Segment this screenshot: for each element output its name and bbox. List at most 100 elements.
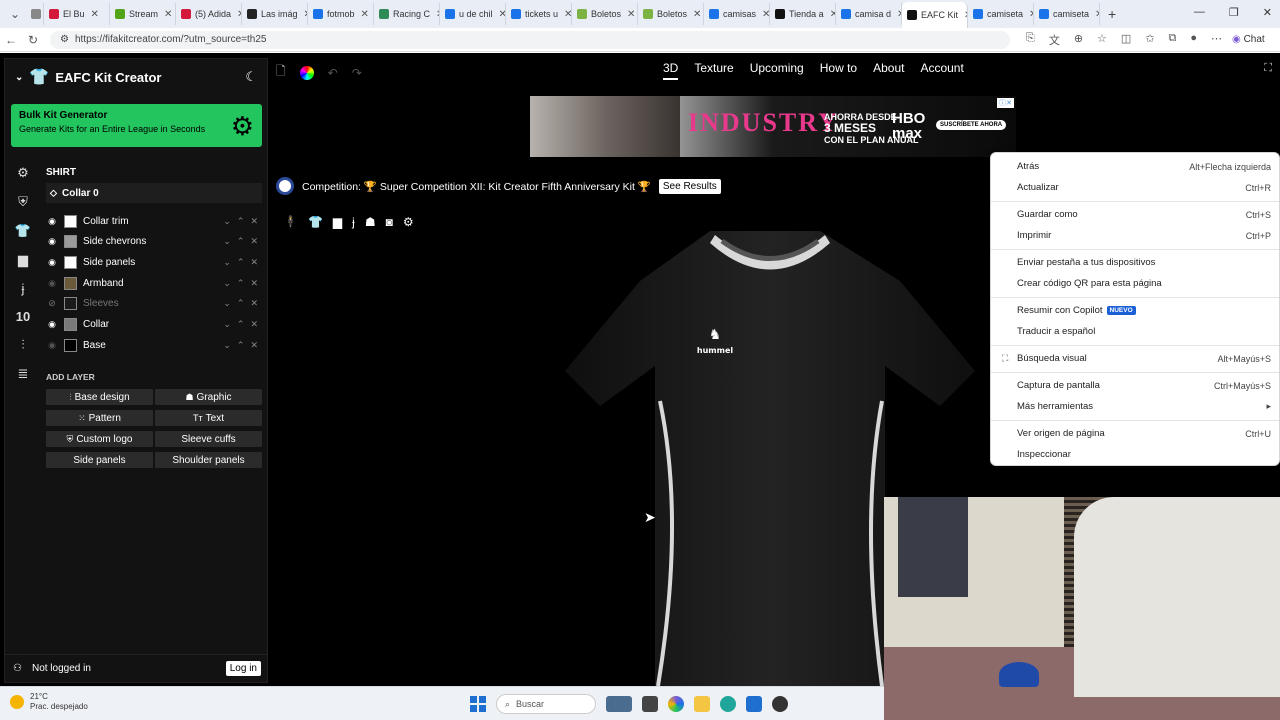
shirt-part-icon[interactable]: 👕 — [308, 215, 323, 229]
collapse-chevron-icon[interactable]: ⌄ — [15, 72, 23, 83]
nav-item[interactable]: 3D — [663, 61, 679, 80]
fullscreen-icon[interactable]: ⛶ — [1264, 62, 1272, 75]
move-up-icon[interactable]: ⌃ — [237, 340, 245, 351]
new-file-icon[interactable]: 🗋 — [276, 62, 286, 83]
browser-tab[interactable]: Boletos ✕ — [638, 3, 704, 25]
visibility-eye-icon[interactable]: ◉ — [46, 216, 58, 227]
kit-settings-icon[interactable]: ⚙ — [403, 215, 414, 229]
selected-layer[interactable]: ⬦ Collar 0 — [46, 183, 262, 203]
browser-tab[interactable]: camisa d✕ — [836, 3, 902, 25]
delete-layer-icon[interactable]: ✕ — [250, 236, 258, 247]
collections-icon[interactable]: ⧉ — [1169, 32, 1177, 48]
shorts-icon[interactable]: ▆ — [18, 252, 28, 268]
login-button[interactable]: Log in — [225, 661, 261, 676]
add-layer-button[interactable]: Tт Text — [155, 410, 262, 426]
visibility-eye-icon[interactable]: ◉ — [46, 257, 58, 268]
translate-icon[interactable]: 文 — [1049, 32, 1060, 48]
store-icon[interactable] — [746, 696, 762, 712]
move-down-icon[interactable]: ⌄ — [223, 257, 231, 268]
nav-item[interactable]: About — [873, 61, 904, 80]
layer-row[interactable]: ◉ Side panels ⌄ ⌃ ✕ — [46, 252, 262, 272]
shorts-part-icon[interactable]: ▆ — [333, 215, 342, 229]
browser-tab[interactable]: Racing C✕ — [374, 3, 440, 25]
browser-tab[interactable]: camisas ✕ — [704, 3, 770, 25]
tab-close-icon[interactable]: ✕ — [361, 9, 369, 20]
add-layer-button[interactable]: ☗ Graphic — [155, 389, 262, 405]
nav-item[interactable]: Upcoming — [750, 61, 804, 80]
browser-tab[interactable]: Las imág✕ — [242, 3, 308, 25]
split-screen-icon[interactable]: ◫ — [1121, 32, 1131, 48]
move-up-icon[interactable]: ⌃ — [237, 319, 245, 330]
number-icon[interactable]: 10 — [16, 309, 30, 324]
tab-close-icon[interactable]: ✕ — [164, 9, 172, 20]
browser-tab[interactable]: El Bu ✕ — [44, 3, 110, 25]
visibility-eye-icon[interactable]: ⊘ — [46, 298, 58, 309]
layer-row[interactable]: ◉ Side chevrons ⌄ ⌃ ✕ — [46, 232, 262, 252]
context-menu-item[interactable]: Actualizar Ctrl+R — [991, 177, 1279, 198]
crest-part-icon[interactable]: ◙ — [386, 215, 393, 229]
favorite-star-icon[interactable]: ☆ — [1097, 32, 1107, 48]
taskbar-search[interactable]: ⌕ Buscar — [496, 694, 596, 714]
browser-tab[interactable]: u de chil ✕ — [440, 3, 506, 25]
zoom-icon[interactable]: ⊕ — [1074, 32, 1083, 48]
move-up-icon[interactable]: ⌃ — [237, 278, 245, 289]
new-tab-icon[interactable]: + — [1108, 6, 1116, 22]
layer-color-swatch[interactable] — [64, 255, 77, 269]
browser-tab[interactable]: fotmob ✕ — [308, 3, 374, 25]
sock-part-icon[interactable]: ɉ — [352, 215, 355, 229]
favorites-icon[interactable]: ✩ — [1145, 32, 1154, 48]
layer-color-swatch[interactable] — [64, 214, 77, 228]
nav-item[interactable]: How to — [820, 61, 857, 80]
add-layer-button[interactable]: ⫶ Base design — [46, 389, 153, 405]
context-menu-item[interactable]: Inspeccionar — [991, 444, 1279, 465]
delete-layer-icon[interactable]: ✕ — [250, 340, 258, 351]
goalkeeper-icon[interactable]: ☗ — [365, 215, 376, 229]
browser-tab[interactable]: Boletos ✕ — [572, 3, 638, 25]
browser-tab[interactable]: Tienda a✕ — [770, 3, 836, 25]
minimize-icon[interactable]: — — [1194, 6, 1205, 19]
move-up-icon[interactable]: ⌃ — [237, 298, 245, 309]
context-menu-item[interactable]: Crear código QR para esta página — [991, 273, 1279, 294]
full-kit-icon[interactable]: 🕴 — [283, 215, 298, 229]
edge-icon[interactable] — [720, 696, 736, 712]
move-up-icon[interactable]: ⌃ — [237, 236, 245, 247]
context-menu-item[interactable]: Más herramientas ▸ — [991, 396, 1279, 417]
visibility-eye-icon[interactable]: ◉ — [46, 340, 58, 351]
bulk-kit-generator-banner[interactable]: Bulk Kit Generator Generate Kits for an … — [11, 104, 262, 147]
add-layer-button[interactable]: Shoulder panels — [155, 452, 262, 468]
tab-close-icon[interactable]: ✕ — [627, 9, 635, 20]
copilot-chat-button[interactable]: ◉ Chat — [1232, 34, 1265, 45]
browser-tab[interactable]: camiseta ✕ — [1034, 3, 1100, 25]
layer-row[interactable]: ◉ Armband ⌄ ⌃ ✕ — [46, 273, 262, 293]
visibility-eye-icon[interactable]: ◉ — [46, 236, 58, 247]
menu-dots-icon[interactable]: ⋯ — [1211, 32, 1222, 48]
layer-row[interactable]: ◉ Base ⌄ ⌃ ✕ — [46, 335, 262, 355]
layer-color-swatch[interactable] — [64, 338, 77, 352]
move-up-icon[interactable]: ⌃ — [237, 257, 245, 268]
context-menu-item[interactable]: Guardar como Ctrl+S — [991, 204, 1279, 225]
context-menu-item[interactable]: Imprimir Ctrl+P — [991, 225, 1279, 246]
tab-close-icon[interactable]: ✕ — [564, 9, 571, 20]
color-wheel-icon[interactable] — [299, 65, 314, 80]
context-menu-item[interactable]: ⛶ Búsqueda visual Alt+Mayús+S — [991, 348, 1279, 369]
tab-close-icon[interactable]: ✕ — [91, 9, 99, 20]
layer-color-swatch[interactable] — [64, 276, 77, 290]
maximize-icon[interactable]: ❐ — [1229, 6, 1239, 19]
layer-color-swatch[interactable] — [64, 297, 77, 311]
windows-start-icon[interactable] — [470, 696, 486, 712]
context-menu-item[interactable]: Traducir a español — [991, 321, 1279, 342]
move-up-icon[interactable]: ⌃ — [237, 216, 245, 227]
redo-icon[interactable]: ↷ — [352, 66, 362, 80]
read-aloud-icon[interactable]: ⎘ — [1026, 32, 1035, 48]
move-down-icon[interactable]: ⌄ — [223, 319, 231, 330]
tab-close-icon[interactable]: ✕ — [762, 9, 769, 20]
move-down-icon[interactable]: ⌄ — [223, 298, 231, 309]
browser-tab[interactable]: tickets u ✕ — [506, 3, 572, 25]
add-layer-button[interactable]: Side panels — [46, 452, 153, 468]
task-view-icon[interactable] — [642, 696, 658, 712]
layer-color-swatch[interactable] — [64, 317, 77, 331]
undo-icon[interactable]: ↶ — [328, 66, 338, 80]
socks-icon[interactable]: ɉ — [22, 281, 25, 296]
move-down-icon[interactable]: ⌄ — [223, 236, 231, 247]
widgets-icon[interactable] — [606, 696, 632, 712]
